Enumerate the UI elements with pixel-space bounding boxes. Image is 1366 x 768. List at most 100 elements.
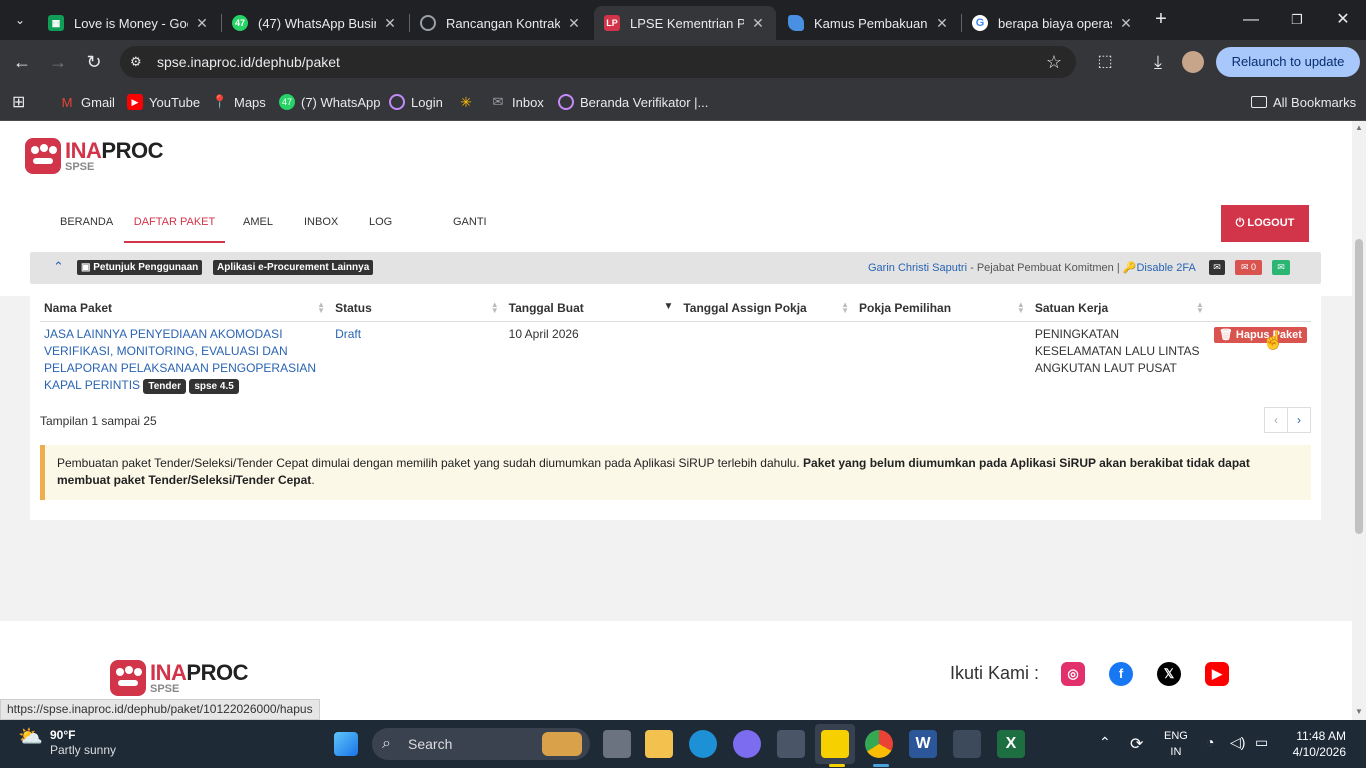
tab-rancangan-kontrak[interactable]: Rancangan Kontrak P ✕ (410, 6, 592, 40)
logo-proc-text: PROC (101, 137, 163, 163)
back-button[interactable]: ← (10, 50, 34, 74)
profile-avatar[interactable] (1182, 51, 1204, 73)
browser-toolbar: ← → ↻ ⚙ spse.inaproc.id/dephub/paket ☆ ⬚… (0, 40, 1366, 84)
tab-love-is-money[interactable]: ▦ Love is Money - Goo ✕ (38, 6, 220, 40)
tab-whatsapp[interactable]: 47 (47) WhatsApp Busin ✕ (222, 6, 408, 40)
taskbar-search[interactable]: ⌕ Search (372, 728, 590, 760)
header-nama-paket[interactable]: Nama Paket ▲ ▼ (40, 296, 332, 322)
all-bookmarks[interactable]: All Bookmarks (1251, 92, 1356, 112)
nav-inbox[interactable]: INBOX (304, 203, 338, 243)
volume-icon[interactable]: ◁) (1230, 734, 1245, 751)
header-pokja[interactable]: Pokja Pemilihan ▲ ▼ (855, 296, 1031, 322)
apps-icon[interactable]: ⊞ (12, 92, 25, 112)
partly-sunny-icon: ⛅ (18, 726, 43, 748)
tab-lpse[interactable]: LP LPSE Kementrian Perl ✕ (594, 6, 776, 40)
clock[interactable]: 11:48 AM 4/10/2026 (1293, 728, 1346, 760)
minimize-button[interactable]: — (1236, 8, 1266, 32)
relaunch-button[interactable]: Relaunch to update (1216, 47, 1360, 77)
address-bar[interactable]: ⚙ spse.inaproc.id/dephub/paket ☆ (120, 46, 1076, 78)
scrollbar-thumb[interactable] (1355, 239, 1363, 534)
bookmark-verifikator[interactable]: Beranda Verifikator |... (558, 92, 708, 112)
nav-log-akses[interactable]: LOG AKSES (369, 203, 406, 266)
header-status[interactable]: Status ▲ ▼ (331, 296, 505, 322)
bookmark-star-icon[interactable]: ☆ (1046, 52, 1062, 73)
search-icon: ⌕ (382, 735, 391, 752)
tray-expand-icon[interactable]: ⌃ (1099, 734, 1111, 751)
new-tab-button[interactable]: + (1150, 8, 1172, 30)
chrome-icon[interactable] (865, 730, 893, 758)
x-icon[interactable]: 𝕏 (1157, 662, 1181, 686)
weather-widget[interactable]: ⛅ 90°F Partly sunny (18, 726, 116, 758)
aplikasi-badge[interactable]: Aplikasi e-Procurement Lainnya (213, 260, 374, 275)
word-icon[interactable]: W (909, 730, 937, 758)
disable-2fa-link[interactable]: Disable 2FA (1136, 262, 1195, 274)
prev-page-button[interactable]: ‹ (1264, 407, 1288, 433)
url-text[interactable]: spse.inaproc.id/dephub/paket (157, 54, 340, 70)
header-satuan-kerja[interactable]: Satuan Kerja ▲ ▼ (1030, 296, 1210, 322)
instagram-icon[interactable]: ◎ (1061, 662, 1085, 686)
user-name-link[interactable]: Garin Christi Saputri (868, 262, 967, 274)
edge-icon[interactable] (689, 730, 717, 758)
sync-icon[interactable]: ⟳ (1130, 734, 1143, 754)
language-indicator[interactable]: ENG IN (1164, 728, 1188, 760)
footer-inaproc-logo[interactable]: INAPROC SPSE (110, 660, 248, 696)
tab-kamus[interactable]: Kamus Pembakuan S ✕ (778, 6, 960, 40)
bookmark-login[interactable]: Login (389, 92, 443, 112)
app-icon[interactable] (733, 730, 761, 758)
folder-icon (1251, 96, 1267, 108)
bookmark-pinwheel[interactable]: ✳ (458, 92, 480, 112)
maximize-button[interactable]: ❐ (1282, 8, 1312, 32)
reload-button[interactable]: ↻ (82, 50, 106, 74)
nav-beranda[interactable]: BERANDA (60, 203, 113, 243)
whatsapp-icon: 47 (232, 15, 248, 31)
status-link[interactable]: Draft (335, 327, 361, 341)
hapus-paket-button[interactable]: 🗑 Hapus Paket (1213, 326, 1307, 343)
camera-icon[interactable] (777, 730, 805, 758)
nav-daftar-paket[interactable]: DAFTAR PAKET (124, 203, 225, 243)
tab-search-icon[interactable]: ⌄ (8, 8, 32, 32)
page-scrollbar[interactable]: ▲ ▼ (1352, 121, 1366, 720)
nav-amel[interactable]: AMEL (243, 203, 273, 243)
close-icon[interactable]: ✕ (1118, 15, 1134, 32)
user-info: Garin Christi Saputri - Pejabat Pembuat … (868, 262, 1196, 274)
collapse-up-icon[interactable]: ⌃ (53, 259, 64, 275)
close-icon[interactable]: ✕ (934, 15, 950, 32)
youtube-icon: ▶ (127, 94, 143, 110)
excel-icon[interactable]: X (997, 730, 1025, 758)
close-icon[interactable]: ✕ (194, 15, 210, 32)
task-view-icon[interactable] (603, 730, 631, 758)
bookmark-gmail[interactable]: M Gmail (59, 92, 115, 112)
logout-button[interactable]: ⏻ LOGOUT (1221, 205, 1309, 242)
file-explorer-icon[interactable] (645, 730, 673, 758)
extensions-icon[interactable]: ⬚ (1093, 50, 1117, 74)
bookmark-inbox[interactable]: ✉ Inbox (490, 92, 544, 112)
bookmark-youtube[interactable]: ▶ YouTube (127, 92, 200, 112)
close-icon[interactable]: ✕ (566, 15, 582, 32)
wifi-icon[interactable]: ◔ (1206, 734, 1214, 750)
open-mail-icon[interactable]: ✉ (1272, 260, 1290, 275)
inaproc-logo[interactable]: INAPROC SPSE (25, 138, 163, 174)
mail-count-button[interactable]: ✉ 0 (1235, 260, 1262, 275)
header-tanggal-buat[interactable]: Tanggal Buat ▼ (504, 296, 680, 322)
site-info-icon[interactable]: ⚙ (130, 54, 146, 70)
youtube-icon[interactable]: ▶ (1205, 662, 1229, 686)
calculator-icon[interactable] (953, 730, 981, 758)
forward-button[interactable]: → (46, 50, 70, 74)
facebook-icon[interactable]: f (1109, 662, 1133, 686)
header-tanggal-assign[interactable]: Tanggal Assign Pokja ▲ ▼ (679, 296, 856, 322)
tab-google-search[interactable]: G berapa biaya operasi ✕ (962, 6, 1144, 40)
bookmark-maps[interactable]: 📍 Maps (212, 92, 266, 112)
next-page-button[interactable]: › (1287, 407, 1311, 433)
download-icon[interactable]: ⤓ (1146, 50, 1170, 74)
battery-icon[interactable]: ▭ (1255, 734, 1268, 751)
bookmark-whatsapp[interactable]: 47 (7) WhatsApp (279, 92, 380, 112)
message-icon[interactable]: ✉ (1209, 260, 1225, 275)
close-window-button[interactable]: ✕ (1328, 8, 1358, 32)
logo-spse-text: SPSE (65, 160, 95, 173)
nav-ganti-password[interactable]: GANTI PASSWORD (453, 203, 516, 266)
sticky-notes-icon[interactable] (821, 730, 849, 758)
windows-start-icon[interactable] (334, 732, 358, 756)
close-icon[interactable]: ✕ (750, 15, 766, 32)
petunjuk-badge[interactable]: ▣ Petunjuk Penggunaan (77, 260, 203, 275)
close-icon[interactable]: ✕ (382, 15, 398, 32)
